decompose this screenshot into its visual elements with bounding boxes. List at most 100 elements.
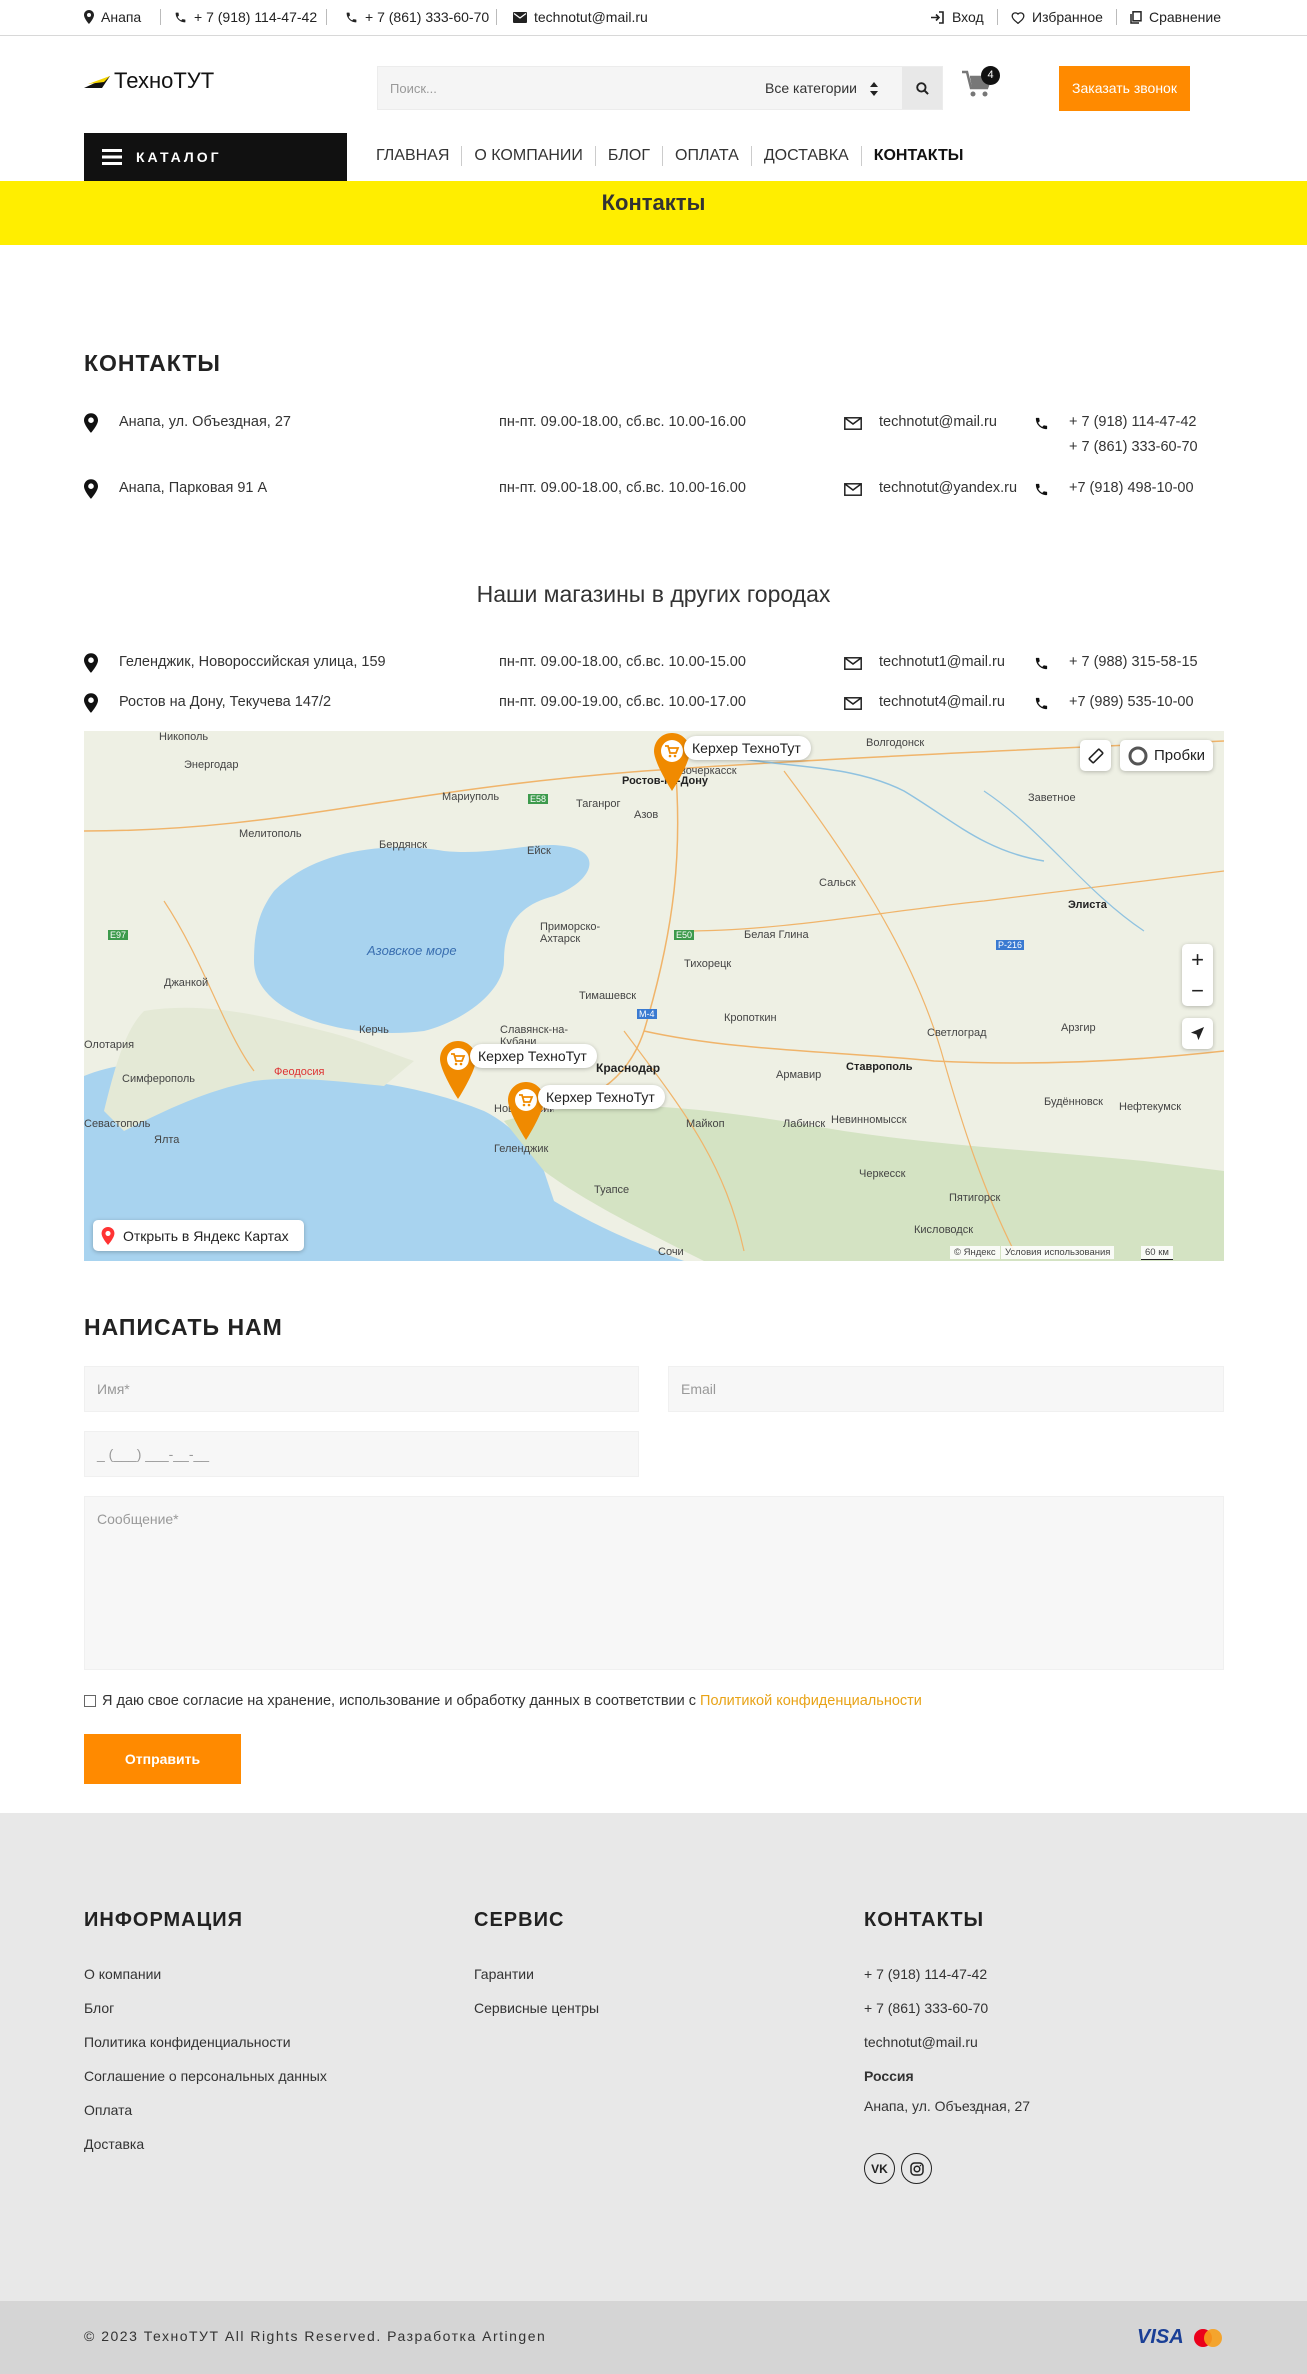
heart-icon — [1011, 11, 1025, 24]
footer-country: Россия — [864, 2068, 914, 2084]
divider — [496, 9, 497, 25]
select-arrows-icon — [870, 82, 878, 96]
map-city-label: Нефтекумск — [1119, 1101, 1182, 1113]
map-city-label: Сочи — [658, 1246, 684, 1258]
map-marker[interactable]: Керхер ТехноТут — [654, 733, 811, 791]
phone-field[interactable]: _ (___) ___-__-__ — [84, 1431, 639, 1477]
category-select[interactable]: Все категории — [765, 80, 857, 96]
name-field[interactable]: Имя* — [84, 1366, 639, 1412]
contact-email[interactable]: technotut1@mail.ru — [879, 654, 1005, 670]
topbar-phone-2[interactable]: + 7 (861) 333-60-70 — [345, 9, 489, 25]
envelope-outline-icon — [844, 697, 862, 710]
topbar-phone-1[interactable]: + 7 (918) 114-47-42 — [174, 9, 317, 25]
topbar-email[interactable]: technotut@mail.ru — [513, 9, 648, 25]
favorites-link[interactable]: Избранное — [1011, 9, 1103, 25]
footer-email[interactable]: technotut@mail.ru — [864, 2034, 978, 2050]
ruler-button[interactable] — [1080, 740, 1111, 771]
zoom-in-button[interactable]: + — [1191, 944, 1204, 975]
submit-button[interactable]: Отправить — [84, 1734, 241, 1784]
compare-link[interactable]: Сравнение — [1130, 9, 1221, 25]
phone-icon — [1035, 417, 1048, 430]
envelope-outline-icon — [844, 657, 862, 670]
topbar-phone-1-text: + 7 (918) 114-47-42 — [194, 9, 318, 25]
footer: ИНФОРМАЦИЯ О компании Блог Политика конф… — [0, 1813, 1307, 2301]
footer-link[interactable]: Доставка — [84, 2136, 144, 2152]
contact-form-heading: НАПИСАТЬ НАМ — [84, 1314, 283, 1340]
name-placeholder: Имя* — [97, 1381, 130, 1397]
map-marker[interactable]: Керхер ТехноТут — [508, 1082, 665, 1140]
vk-button[interactable]: VK — [864, 2153, 895, 2184]
catalog-label: КАТАЛОГ — [136, 149, 222, 165]
road-sign: M-4 — [637, 1009, 657, 1019]
contact-phone-2[interactable]: + 7 (861) 333-60-70 — [1069, 439, 1198, 455]
location-pin-icon — [84, 413, 98, 433]
city-selector[interactable]: Анапа — [84, 9, 141, 25]
footer-phone[interactable]: + 7 (861) 333-60-70 — [864, 2000, 988, 2016]
consent-checkbox[interactable] — [84, 1695, 96, 1707]
contact-email[interactable]: technotut@mail.ru — [879, 414, 997, 430]
location-pin-icon — [84, 693, 98, 713]
footer-link[interactable]: Политика конфиденциальности — [84, 2034, 291, 2050]
footer-link[interactable]: О компании — [84, 1966, 161, 1982]
contact-phone[interactable]: + 7 (918) 114-47-42 — [1069, 414, 1197, 430]
search-icon — [915, 81, 929, 95]
search-input[interactable]: Поиск... — [390, 81, 437, 96]
contact-row: Анапа, Парковая 91 А пн-пт. 09.00-18.00,… — [84, 479, 1224, 504]
footer-phone[interactable]: + 7 (918) 114-47-42 — [864, 1966, 987, 1982]
page-title: Контакты — [601, 190, 706, 215]
topbar-email-text: technotut@mail.ru — [534, 9, 648, 25]
page-title-band: Контакты — [0, 181, 1307, 245]
contact-phone[interactable]: +7 (989) 535-10-00 — [1069, 694, 1194, 710]
envelope-icon — [513, 11, 527, 23]
contact-address: Геленджик, Новороссийская улица, 159 — [119, 654, 386, 670]
login-link[interactable]: Вход — [931, 9, 984, 25]
map-city-label: Заветное — [1028, 792, 1076, 804]
geolocation-button[interactable] — [1182, 1018, 1213, 1049]
instagram-button[interactable] — [901, 2153, 932, 2184]
location-pin-icon — [84, 479, 98, 499]
location-pin-icon — [84, 10, 94, 24]
footer-link[interactable]: Блог — [84, 2000, 114, 2016]
map-city-label: Армавир — [776, 1069, 822, 1081]
contact-email[interactable]: technotut4@mail.ru — [879, 694, 1005, 710]
map-city-label: Туапсе — [594, 1184, 630, 1196]
privacy-policy-link[interactable]: Политикой конфиденциальности — [700, 1693, 922, 1709]
traffic-button[interactable]: Пробки — [1120, 740, 1213, 771]
open-in-yandex-maps-link[interactable]: Открыть в Яндекс Картах — [93, 1220, 304, 1251]
catalog-button[interactable]: КАТАЛОГ — [84, 133, 347, 181]
contact-email[interactable]: technotut@yandex.ru — [879, 480, 1017, 496]
road-sign: E50 — [674, 930, 695, 940]
site-logo[interactable]: ТехноТУТ — [84, 68, 214, 94]
map-marker-label: Керхер ТехноТут — [538, 1085, 665, 1109]
location-pin-icon — [84, 653, 98, 673]
contact-phone[interactable]: +7 (918) 498-10-00 — [1069, 480, 1194, 496]
contact-address: Анапа, ул. Объездная, 27 — [119, 414, 291, 430]
message-field[interactable]: Сообщение* — [84, 1496, 1224, 1670]
request-call-button[interactable]: Заказать звонок — [1059, 66, 1190, 111]
map-city-label: Мелитополь — [239, 828, 302, 840]
nav-payment[interactable]: ОПЛАТА — [662, 146, 751, 166]
yandex-map[interactable]: Азовское море Никополь Энергодар Мелитоп… — [84, 731, 1224, 1261]
zoom-out-button[interactable]: − — [1191, 975, 1204, 1006]
contact-phone[interactable]: + 7 (988) 315-58-15 — [1069, 654, 1198, 670]
footer-link[interactable]: Оплата — [84, 2102, 132, 2118]
email-field[interactable]: Email — [668, 1366, 1224, 1412]
logo-text: ТехноТУТ — [114, 68, 215, 93]
nav-blog[interactable]: БЛОГ — [594, 146, 662, 166]
nav-delivery[interactable]: ДОСТАВКА — [750, 146, 861, 166]
nav-contacts[interactable]: КОНТАКТЫ — [860, 146, 976, 166]
footer-link[interactable]: Гарантии — [474, 1966, 534, 1982]
sign-in-icon — [931, 10, 944, 24]
map-terms-link[interactable]: Условия использования — [1001, 1246, 1115, 1259]
nav-about[interactable]: О КОМПАНИИ — [461, 146, 595, 166]
footer-info-heading: ИНФОРМАЦИЯ — [84, 1909, 243, 1931]
contact-hours: пн-пт. 09.00-18.00, сб.вс. 10.00-15.00 — [499, 654, 746, 670]
nav-home[interactable]: ГЛАВНАЯ — [376, 146, 461, 166]
map-city-label: Приморско-Ахтарск — [540, 921, 601, 945]
footer-link[interactable]: Сервисные центры — [474, 2000, 599, 2016]
map-city-label: Мариуполь — [442, 791, 500, 803]
footer-link[interactable]: Соглашение о персональных данных — [84, 2068, 327, 2084]
divider — [1116, 9, 1117, 25]
map-city-label: Севастополь — [84, 1118, 151, 1130]
search-button[interactable] — [902, 67, 942, 109]
